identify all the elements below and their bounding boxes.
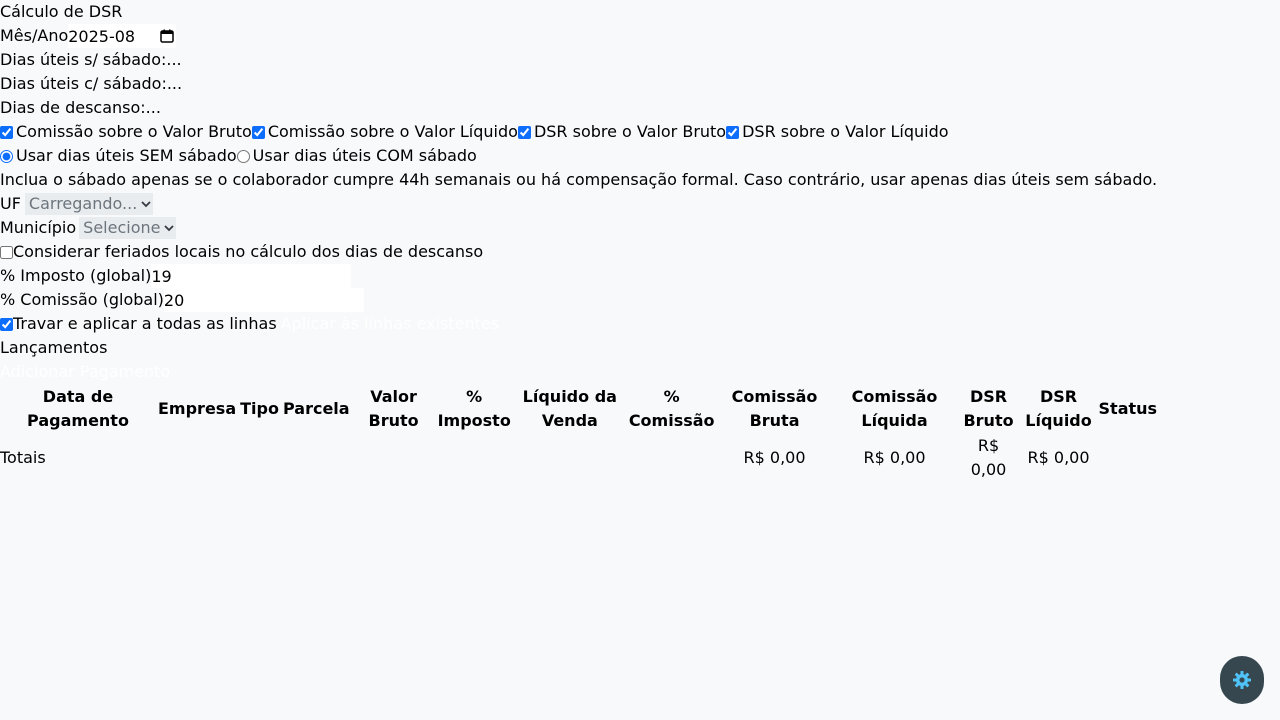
days-with-saturday: Dias úteis c/ sábado:... (0, 72, 1280, 96)
total-comissao-liquida: R$ 0,00 (863, 448, 926, 467)
header-dsr-liquido: DSR Líquido (1025, 387, 1092, 430)
municipio-row: Município Selecione (0, 216, 1280, 240)
local-holidays-row: Considerar feriados locais no cálculo do… (0, 240, 1280, 264)
without-saturday-radio[interactable] (0, 149, 13, 163)
table-header-row: Data de Pagamento Empresa Tipo Parcela V… (0, 384, 1159, 434)
uf-row: UF Carregando... (0, 192, 1280, 216)
header-comissao-bruta: Comissão Bruta (731, 387, 818, 430)
municipio-select[interactable]: Selecione (79, 217, 177, 239)
lock-apply-checkbox[interactable] (0, 317, 13, 331)
header-dsr-bruto: DSR Bruto (963, 387, 1014, 430)
local-holidays-label[interactable]: Considerar feriados locais no cálculo do… (13, 240, 483, 264)
header-liquido-venda: Líquido da Venda (522, 387, 617, 430)
header-parcela: Parcela (282, 399, 350, 418)
dsr-net-checkbox[interactable] (726, 125, 740, 139)
days-with-saturday-value: ... (166, 74, 183, 93)
days-without-saturday: Dias úteis s/ sábado:... (0, 48, 1280, 72)
lock-apply-label[interactable]: Travar e aplicar a todas as linhas (13, 312, 277, 336)
with-saturday-radio[interactable] (236, 149, 250, 163)
rest-days: Dias de descanso:... (0, 96, 1280, 120)
tax-label: % Imposto (global) (0, 266, 152, 285)
municipio-select-value: Selecione (83, 218, 161, 237)
without-saturday-radio-label[interactable]: Usar dias úteis SEM sábado (16, 144, 237, 168)
commission-net-checkbox[interactable] (251, 125, 265, 139)
day-mode-options: Usar dias úteis SEM sábado Usar dias útei… (0, 144, 1280, 168)
days-without-saturday-value: ... (166, 50, 182, 69)
totals-row: Totais R$ 0,00 R$ 0,00 R$ 0,00 R$ 0,00 (0, 434, 1159, 482)
calendar-icon[interactable] (160, 29, 174, 43)
rest-days-label: Dias de descanso: (0, 98, 146, 117)
commission-net-label[interactable]: Comissão sobre o Valor Líquido (268, 120, 518, 144)
header-imposto: % Imposto (437, 387, 511, 430)
commission-row: % Comissão (global) (0, 288, 1280, 312)
total-comissao-bruta: R$ 0,00 (743, 448, 806, 467)
chevron-down-icon (164, 225, 175, 232)
days-without-saturday-label: Dias úteis s/ sábado: (0, 50, 167, 69)
month-label: Mês/Ano (0, 26, 69, 45)
commission-gross-checkbox[interactable] (0, 125, 13, 139)
dsr-net-label[interactable]: DSR sobre o Valor Líquido (742, 120, 948, 144)
totals-label: Totais (0, 448, 46, 467)
total-dsr-liquido: R$ 0,00 (1027, 448, 1090, 467)
chevron-down-icon (141, 201, 151, 208)
page-title: Cálculo de DSR (0, 2, 123, 21)
dsr-gross-label[interactable]: DSR sobre o Valor Bruto (534, 120, 726, 144)
uf-select-value: Carregando... (28, 194, 138, 213)
month-input[interactable] (68, 24, 161, 48)
commission-input[interactable] (163, 288, 364, 312)
gear-icon (1233, 671, 1251, 689)
uf-label: UF (0, 194, 21, 213)
total-dsr-bruto: R$ 0,00 (970, 436, 1007, 479)
entries-title: Lançamentos (0, 338, 108, 357)
settings-button[interactable] (1220, 656, 1264, 704)
commission-gross-label[interactable]: Comissão sobre o Valor Bruto (16, 120, 252, 144)
tax-row: % Imposto (global) (0, 264, 1280, 288)
with-saturday-radio-label[interactable]: Usar dias úteis COM sábado (253, 144, 477, 168)
month-input-wrapper[interactable] (68, 24, 177, 48)
header-data-pagamento: Data de Pagamento (27, 387, 129, 430)
commission-label: % Comissão (global) (0, 290, 164, 309)
tax-input[interactable] (151, 264, 352, 288)
payments-table: Data de Pagamento Empresa Tipo Parcela V… (0, 384, 1159, 482)
calculation-options: Comissão sobre o Valor Bruto Comissão sob… (0, 120, 1280, 144)
rest-days-value: ... (145, 98, 161, 117)
municipio-label: Município (0, 218, 77, 237)
dsr-gross-checkbox[interactable] (517, 125, 531, 139)
header-status: Status (1098, 399, 1158, 418)
days-with-saturday-label: Dias úteis c/ sábado: (0, 74, 167, 93)
uf-select[interactable]: Carregando... (24, 193, 154, 215)
local-holidays-checkbox[interactable] (0, 245, 13, 259)
month-row: Mês/Ano (0, 24, 1280, 48)
add-payment-button[interactable]: Adicionar Pagamento (0, 360, 1280, 384)
saturday-note: Inclua o sábado apenas se o colaborador … (0, 170, 1158, 189)
header-comissao: % Comissão (628, 387, 715, 430)
apply-existing-button[interactable]: Aplicar às linhas existentes (281, 312, 499, 336)
header-tipo: Tipo (240, 399, 279, 418)
lock-apply-row: Travar e aplicar a todas as linhas Aplic… (0, 312, 1280, 336)
header-empresa: Empresa (158, 399, 237, 418)
header-valor-bruto: Valor Bruto (368, 387, 419, 430)
header-comissao-liquida: Comissão Líquida (851, 387, 938, 430)
